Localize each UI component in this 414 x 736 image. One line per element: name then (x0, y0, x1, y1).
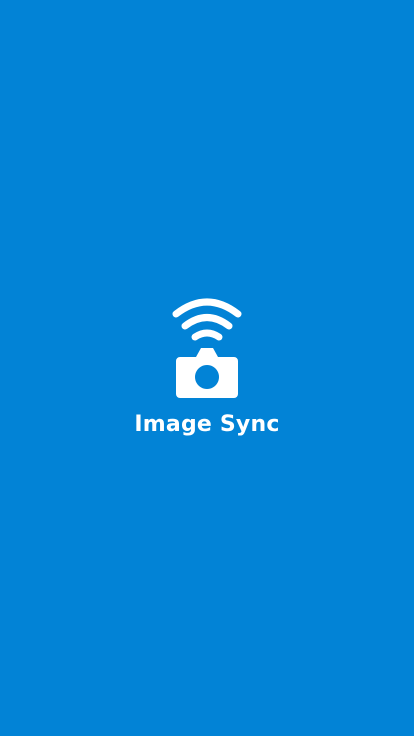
wifi-arc-middle (181, 314, 233, 330)
wifi-arc-inner (191, 329, 223, 341)
wifi-arc-outer (172, 298, 242, 318)
splash-screen: Image Sync (0, 0, 414, 736)
camera-body (176, 348, 238, 398)
wifi-camera-icon (172, 298, 242, 398)
app-title: Image Sync (134, 412, 280, 437)
